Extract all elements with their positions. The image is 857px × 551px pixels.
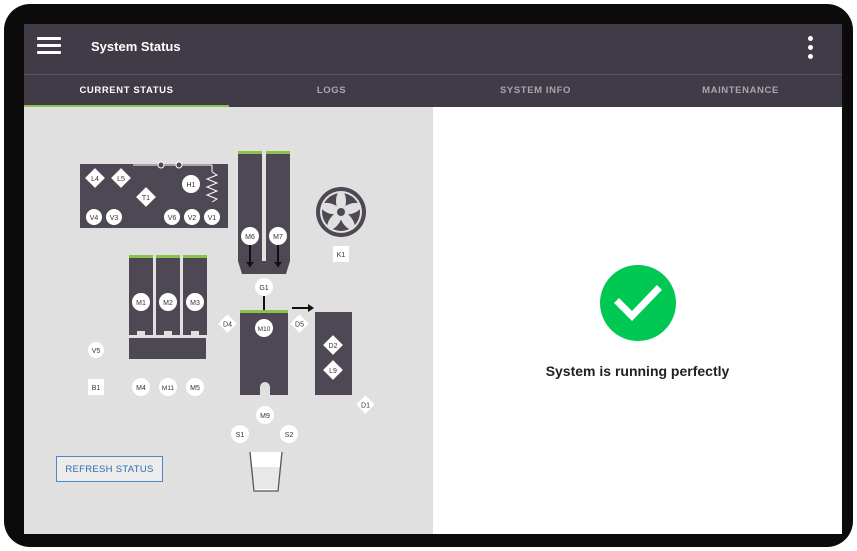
motor-m7: M7 [269,227,287,245]
canister-m3-level [183,255,207,258]
tab-system-info[interactable]: SYSTEM INFO [433,75,638,107]
motor-m9: M9 [256,406,274,424]
page-title: System Status [91,39,181,54]
outlet-slot [164,331,172,336]
valve-v3: V3 [106,209,122,225]
tab-logs[interactable]: LOGS [229,75,434,107]
svg-text:L9: L9 [329,368,337,375]
check-circle-icon [600,265,676,341]
screen: System Status CURRENT STATUS LOGS SYSTEM… [24,24,842,534]
motor-m1: M1 [132,293,150,311]
svg-text:V2: V2 [188,215,197,222]
menu-icon[interactable] [37,36,61,56]
status-panel: System is running perfectly [433,107,842,534]
svg-text:D5: D5 [295,322,304,329]
svg-text:L4: L4 [91,176,99,183]
motor-m10: M10 [255,319,273,337]
svg-text:M7: M7 [273,234,283,241]
motor-m4: M4 [132,378,150,396]
tab-maintenance[interactable]: MAINTENANCE [638,75,842,107]
fan-k1: K1 [333,246,349,262]
device-frame: System Status CURRENT STATUS LOGS SYSTEM… [4,4,853,547]
switch-contact-icon [157,161,165,169]
svg-text:S1: S1 [236,432,245,439]
sensor-d1: D1 [356,395,375,414]
svg-text:V3: V3 [110,215,119,222]
indicator-b1: B1 [88,379,104,395]
brew-chamber-level [240,310,288,313]
outlet-slot [191,331,199,336]
tab-bar: CURRENT STATUS LOGS SYSTEM INFO MAINTENA… [24,74,842,108]
hopper [238,261,290,274]
svg-text:H1: H1 [187,182,196,189]
canister-m2-level [156,255,180,258]
svg-text:K1: K1 [337,252,346,259]
status-message: System is running perfectly [545,363,730,379]
mixing-tray [129,338,206,359]
arrow-right-icon [308,304,314,312]
valve-v2: V2 [184,209,200,225]
svg-text:L5: L5 [117,176,125,183]
more-options-icon[interactable] [804,36,816,62]
switch-contact-icon [175,161,183,169]
svg-text:M6: M6 [245,234,255,241]
svg-text:B1: B1 [92,385,101,392]
svg-text:V1: V1 [208,215,217,222]
svg-text:M2: M2 [163,300,173,307]
svg-text:V4: V4 [90,215,99,222]
svg-text:D4: D4 [223,322,232,329]
app-bar: System Status [24,24,842,74]
sensor-s2: S2 [280,425,298,443]
sensor-d4: D4 [218,314,237,333]
svg-text:M9: M9 [260,413,270,420]
svg-text:M1: M1 [136,300,146,307]
valve-v6: V6 [164,209,180,225]
svg-text:M4: M4 [136,385,146,392]
chamber-outlet [260,382,270,400]
canister-m1-level [129,255,153,258]
svg-text:V5: V5 [92,348,101,355]
sensor-s1: S1 [231,425,249,443]
motor-m6: M6 [241,227,259,245]
grinder-g1: G1 [255,278,273,296]
motor-m5: M5 [186,378,204,396]
refresh-status-button[interactable]: REFRESH STATUS [56,456,163,482]
tab-current-status[interactable]: CURRENT STATUS [24,75,229,108]
svg-text:G1: G1 [259,285,268,292]
svg-text:D2: D2 [329,343,338,350]
canister-m7-level [266,151,290,154]
svg-text:S2: S2 [285,432,294,439]
fan-icon [316,187,366,237]
valve-v4: V4 [86,209,102,225]
svg-text:M3: M3 [190,300,200,307]
motor-m11: M11 [159,378,177,396]
cup-icon [249,451,283,492]
svg-text:T1: T1 [142,195,150,202]
heater-h1: H1 [182,175,200,193]
motor-m2: M2 [159,293,177,311]
svg-text:M5: M5 [190,385,200,392]
svg-text:V6: V6 [168,215,177,222]
valve-v1: V1 [204,209,220,225]
canister-m6-level [238,151,262,154]
system-diagram-panel: L4 L5 T1 H1 V4 V3 V6 V2 V1 M6 M7 K1 G1 M… [24,107,433,534]
svg-text:D1: D1 [361,403,370,410]
svg-text:M10: M10 [258,326,271,333]
motor-m3: M3 [186,293,204,311]
valve-v5: V5 [88,342,104,358]
outlet-slot [137,331,145,336]
sensor-d5: D5 [290,314,309,333]
svg-text:M11: M11 [162,385,175,392]
